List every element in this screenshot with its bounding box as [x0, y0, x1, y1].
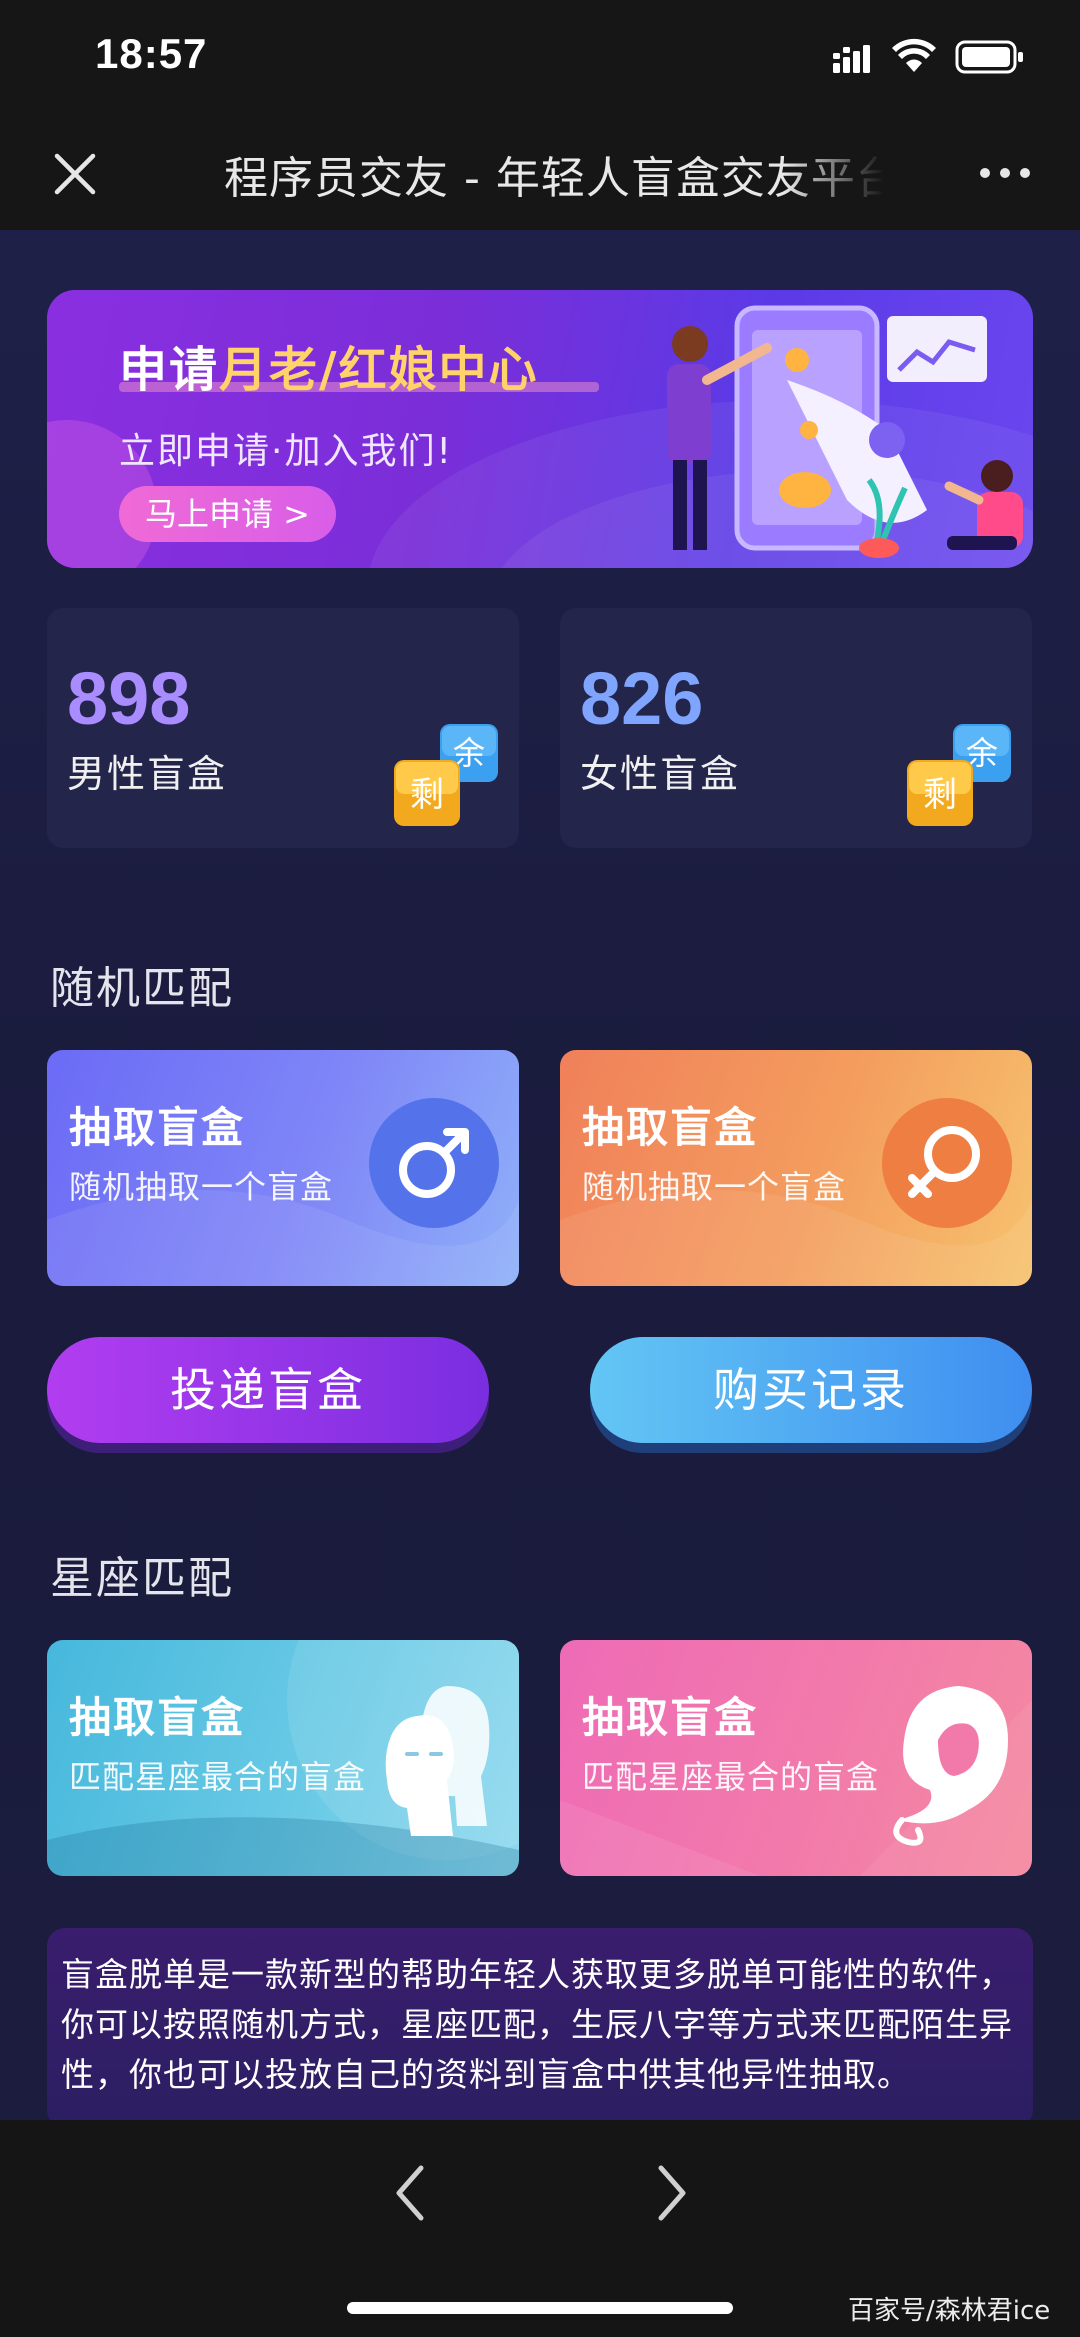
draw-card-title: 抽取盲盒 — [69, 1693, 246, 1742]
female-box-label: 女性盲盒 — [580, 752, 741, 796]
badge-bottom-char: 剩 — [410, 775, 444, 815]
remaining-badge-icon: 余 剩 — [394, 724, 498, 826]
banner-title: 申请月老/红娘中心 — [119, 330, 539, 400]
status-time: 18:57 — [95, 30, 208, 77]
draw-zodiac-box-card-2[interactable]: 抽取盲盒 匹配星座最合的盲盒 — [560, 1640, 1032, 1876]
draw-card-title: 抽取盲盒 — [582, 1103, 759, 1152]
female-symbol-icon — [882, 1098, 1012, 1228]
draw-card-subtitle: 匹配星座最合的盲盒 — [582, 1758, 880, 1796]
banner-illustration — [667, 305, 1023, 558]
draw-card-subtitle: 随机抽取一个盲盒 — [69, 1168, 334, 1206]
app-description: 盲盒脱单是一款新型的帮助年轻人获取更多脱单可能性的软件，你可以按照随机方式，星座… — [61, 1955, 1013, 2094]
draw-card-subtitle: 随机抽取一个盲盒 — [582, 1168, 847, 1206]
female-box-count: 826 — [580, 657, 704, 740]
female-box-stat-card: 826 女性盲盒 余 剩 — [560, 608, 1032, 848]
description-box: 盲盒脱单是一款新型的帮助年轻人获取更多脱单可能性的软件，你可以按照随机方式，星座… — [47, 1928, 1033, 2120]
page-title: 程序员交友 - 年轻人盲盒交友平台 — [224, 153, 884, 202]
draw-male-box-card[interactable]: 抽取盲盒 随机抽取一个盲盒 — [47, 1050, 519, 1286]
cellular-signal-icon — [833, 45, 870, 73]
matchmaker-banner[interactable]: 申请月老/红娘中心 立即申请·加入我们! 马上申请 > — [47, 290, 1033, 568]
close-icon[interactable] — [45, 144, 105, 204]
male-box-stat-card: 898 男性盲盒 余 剩 — [47, 608, 519, 848]
deliver-box-button[interactable]: 投递盲盒 — [47, 1337, 489, 1443]
watermark: 百家号/森林君ice — [848, 2296, 1051, 2326]
gemini-icon — [385, 1686, 490, 1836]
virgo-icon — [893, 1686, 1008, 1846]
banner-title-highlight: 月老/红娘中心 — [219, 342, 539, 398]
male-box-label: 男性盲盒 — [67, 752, 228, 796]
purchase-records-button[interactable]: 购买记录 — [590, 1337, 1032, 1443]
remaining-badge-icon: 余 剩 — [907, 724, 1011, 826]
battery-icon — [955, 40, 1023, 74]
wifi-icon — [892, 38, 936, 72]
draw-female-box-card[interactable]: 抽取盲盒 随机抽取一个盲盒 — [560, 1050, 1032, 1286]
draw-card-title: 抽取盲盒 — [582, 1693, 759, 1742]
draw-zodiac-box-card-1[interactable]: 抽取盲盒 匹配星座最合的盲盒 — [47, 1640, 519, 1876]
random-match-title: 随机匹配 — [50, 963, 234, 1014]
banner-title-prefix: 申请 — [119, 342, 220, 398]
male-box-count: 898 — [67, 657, 191, 740]
banner-subtitle: 立即申请·加入我们! — [119, 431, 453, 472]
forward-arrow-icon[interactable] — [647, 2158, 697, 2228]
draw-card-subtitle: 匹配星座最合的盲盒 — [69, 1758, 367, 1796]
badge-bottom-char: 剩 — [923, 775, 957, 815]
zodiac-match-title: 星座匹配 — [50, 1553, 234, 1604]
status-bar: 18:57 — [0, 0, 1080, 120]
draw-card-title: 抽取盲盒 — [69, 1103, 246, 1152]
apply-now-button[interactable]: 马上申请 > — [119, 486, 336, 542]
more-icon[interactable] — [975, 148, 1035, 198]
home-indicator[interactable] — [347, 2302, 733, 2314]
nav-bar: 程序员交友 - 年轻人盲盒交友平台 — [0, 120, 1080, 230]
male-symbol-icon — [369, 1098, 499, 1228]
bottom-toolbar: 百家号/森林君ice — [0, 2120, 1080, 2337]
main-content: 申请月老/红娘中心 立即申请·加入我们! 马上申请 > 898 男性盲盒 余 剩… — [0, 230, 1080, 2120]
back-arrow-icon[interactable] — [385, 2158, 435, 2228]
